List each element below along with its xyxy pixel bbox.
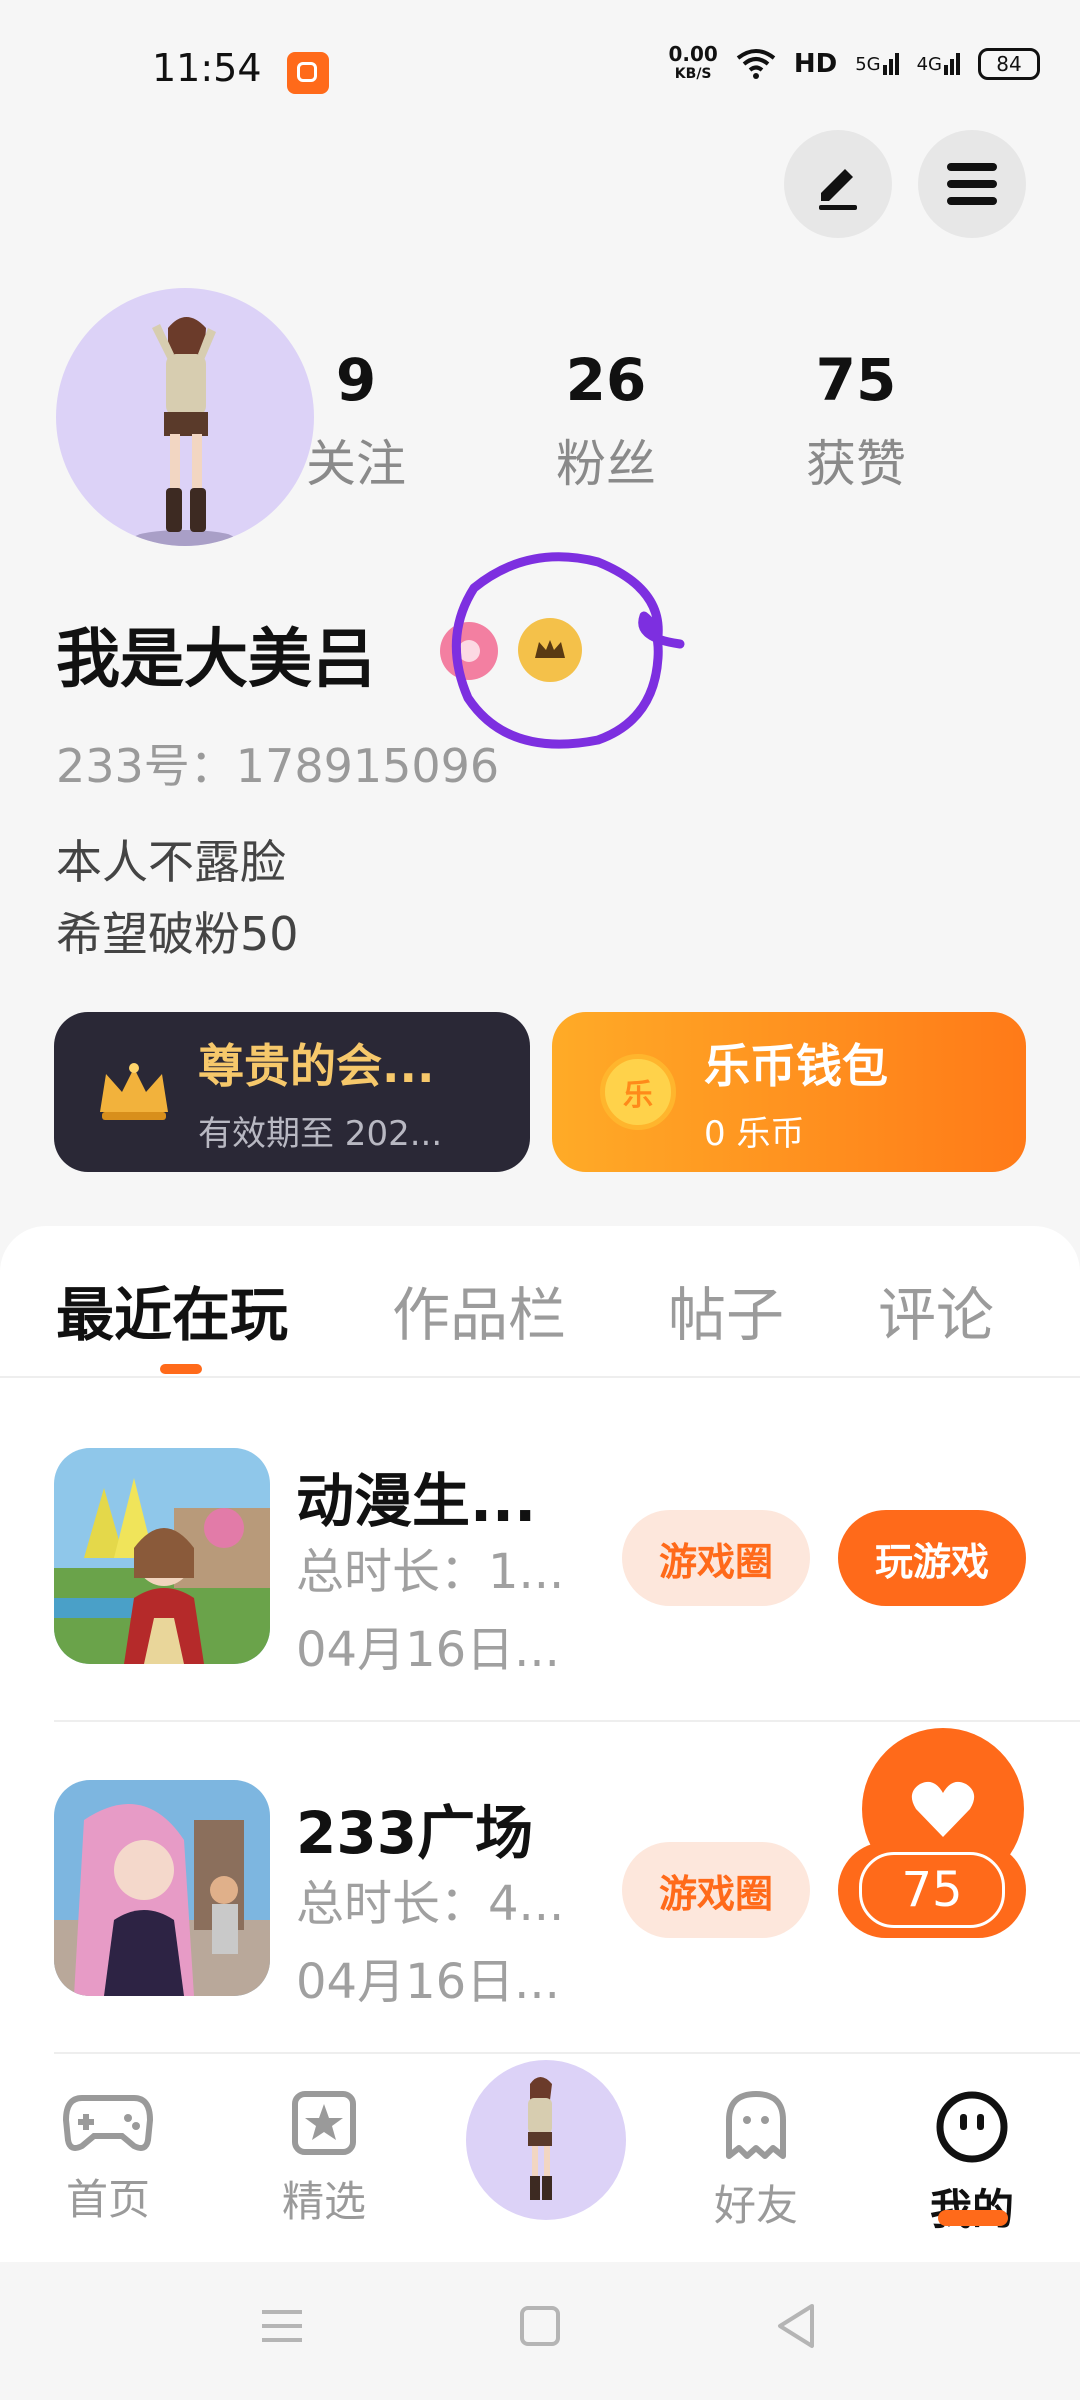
nav-home[interactable]: 首页 — [28, 2090, 188, 2227]
pencil-icon — [819, 169, 857, 210]
face-icon — [936, 2091, 1008, 2163]
hamburger-icon — [947, 163, 997, 205]
signal-4g: 4G — [917, 53, 960, 75]
app-notification-icon — [287, 52, 329, 94]
vip-membership-card[interactable]: 尊贵的会... 有效期至 202... — [54, 1012, 530, 1172]
battery-icon: 84 — [978, 48, 1040, 80]
heart-icon — [911, 1781, 975, 1837]
game-circle-button[interactable]: 游戏圈 — [622, 1842, 810, 1938]
home-square-icon[interactable] — [510, 2296, 570, 2356]
tab-recently-played[interactable]: 最近在玩 — [56, 1268, 288, 1352]
game-last-played: 04月16日... — [296, 1622, 560, 1678]
game-thumbnail[interactable] — [54, 1448, 270, 1664]
recent-apps-icon[interactable] — [252, 2296, 312, 2356]
status-indicators: 0.00 KB/S HD 5G 4G 84 — [668, 44, 1040, 84]
tab-works[interactable]: 作品栏 — [392, 1268, 566, 1352]
game-title: 动漫生... — [296, 1467, 537, 1535]
gamepad-icon — [62, 2095, 154, 2151]
tab-divider — [0, 1376, 1080, 1378]
network-speed: 0.00 KB/S — [668, 42, 718, 82]
row-divider — [54, 2052, 1080, 2054]
active-nav-indicator — [938, 2210, 1008, 2226]
center-avatar-button[interactable] — [460, 2054, 632, 2226]
wifi-icon — [736, 49, 776, 79]
game-row[interactable]: 动漫生... 总时长：1... 04月16日... 游戏圈 玩游戏 — [0, 1420, 1080, 1720]
game-thumbnail[interactable] — [54, 1780, 270, 1996]
nickname: 我是大美吕 — [56, 623, 376, 697]
wallet-card[interactable]: 乐 乐币钱包 0 乐币 — [552, 1012, 1026, 1172]
menu-button[interactable] — [918, 130, 1026, 238]
signal-5g: 5G — [855, 53, 899, 75]
active-tab-indicator — [160, 1364, 202, 1374]
nav-featured[interactable]: 精选 — [244, 2090, 404, 2229]
like-count-badge[interactable]: 75 — [838, 1842, 1026, 1938]
edit-profile-button[interactable] — [784, 130, 892, 238]
user-id: 233号：178915096 — [56, 739, 500, 793]
star-card-icon — [292, 2091, 356, 2155]
game-last-played: 04月16日... — [296, 1954, 560, 2010]
game-duration: 总时长：4... — [296, 1876, 565, 1932]
hd-label: HD — [793, 49, 838, 79]
game-title: 233广场 — [296, 1799, 534, 1867]
tab-comments[interactable]: 评论 — [878, 1268, 994, 1352]
followers-stat[interactable]: 26 粉丝 — [506, 346, 706, 496]
nav-friends[interactable]: 好友 — [676, 2090, 836, 2233]
likes-stat[interactable]: 75 获赞 — [756, 346, 956, 496]
game-circle-button[interactable]: 游戏圈 — [622, 1510, 810, 1606]
tab-posts[interactable]: 帖子 — [668, 1268, 784, 1352]
row-divider — [54, 1720, 1080, 1722]
play-game-button[interactable]: 玩游戏 — [838, 1510, 1026, 1606]
avatar-character-image — [528, 2077, 552, 2200]
back-triangle-icon[interactable] — [766, 2296, 826, 2356]
crown-icon — [100, 1063, 168, 1120]
coin-icon: 乐 — [600, 1054, 676, 1130]
game-duration: 总时长：1... — [296, 1544, 565, 1600]
bio: 本人不露脸 希望破粉50 — [56, 835, 299, 961]
status-time: 11:54 — [152, 46, 262, 90]
ghost-icon — [726, 2091, 786, 2159]
following-stat[interactable]: 9 关注 — [256, 346, 456, 496]
